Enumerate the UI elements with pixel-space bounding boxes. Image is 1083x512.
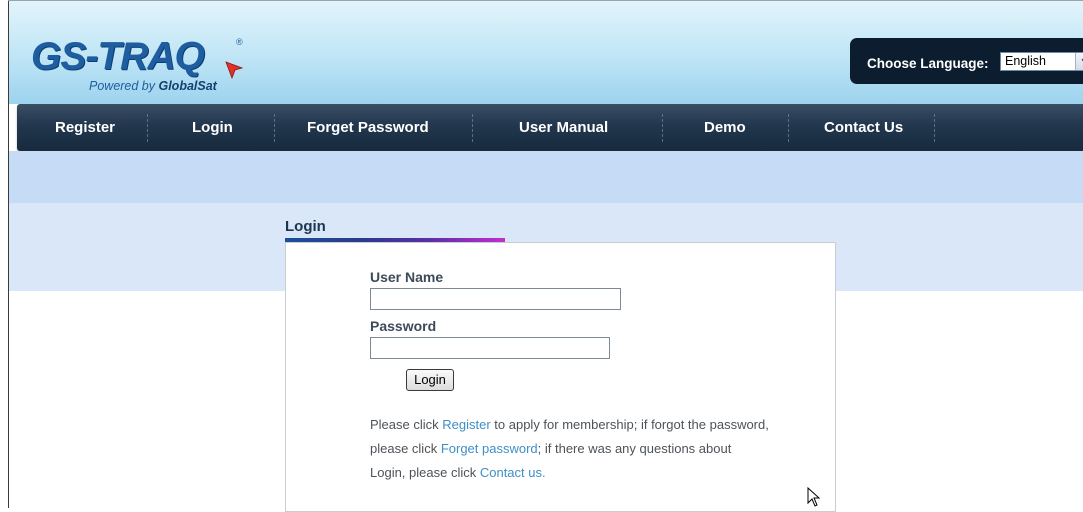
nav-item-register[interactable]: Register [55, 104, 115, 151]
nav-item-user-manual[interactable]: User Manual [519, 104, 608, 151]
username-label: User Name [370, 269, 444, 285]
logo-tagline: Powered by GlobalSat [89, 79, 217, 93]
red-pointer-arrow-icon [225, 61, 244, 80]
nav-separator [274, 114, 276, 142]
logo-registered-mark: ® [236, 37, 243, 47]
nav-separator [934, 114, 936, 142]
login-submit-button[interactable]: Login [406, 369, 454, 391]
logo-text: GS-TRAQ [31, 35, 205, 78]
login-section-title: Login [285, 218, 326, 235]
nav-item-forget-password[interactable]: Forget Password [307, 104, 429, 151]
main-navigation: Register Login Forget Password User Manu… [17, 104, 1083, 151]
logo-tagline-prefix: Powered by [89, 79, 159, 93]
help-text-part: Please click [370, 417, 443, 432]
language-chooser: Choose Language: English ▾ [850, 38, 1083, 84]
contact-us-link[interactable]: Contact us. [480, 465, 546, 480]
nav-separator [147, 114, 149, 142]
logo-tagline-brand: GlobalSat [158, 79, 217, 93]
nav-separator [788, 114, 790, 142]
nav-item-demo[interactable]: Demo [704, 104, 746, 151]
password-input[interactable] [370, 337, 610, 359]
username-input[interactable] [370, 288, 621, 310]
language-label: Choose Language: [867, 56, 989, 71]
language-selected-value: English [1005, 54, 1046, 68]
chevron-down-icon[interactable]: ▾ [1075, 53, 1083, 70]
nav-item-login[interactable]: Login [192, 104, 233, 151]
nav-separator [472, 114, 474, 142]
register-link[interactable]: Register [442, 417, 490, 432]
page-header: GS-TRAQ ® Powered by GlobalSat Choose La… [9, 1, 1083, 104]
password-label: Password [370, 318, 437, 334]
subheader-band [9, 151, 1083, 203]
gs-traq-logo[interactable]: GS-TRAQ ® Powered by GlobalSat [31, 35, 271, 105]
language-select[interactable]: English ▾ [1000, 52, 1083, 71]
nav-separator [662, 114, 664, 142]
nav-item-contact-us[interactable]: Contact Us [824, 104, 903, 151]
login-help-text: Please click Register to apply for membe… [370, 413, 770, 485]
mouse-pointer-icon [807, 487, 821, 507]
forget-password-link[interactable]: Forget password [441, 441, 538, 456]
